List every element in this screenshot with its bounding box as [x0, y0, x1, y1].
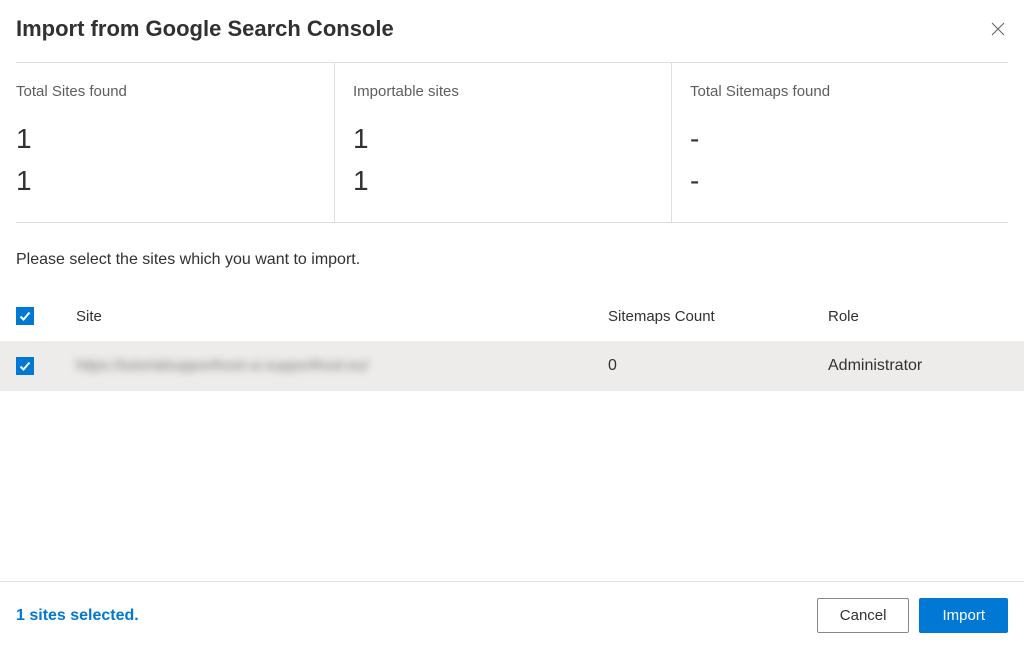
- stat-value: -: [690, 118, 990, 160]
- instruction-text: Please select the sites which you want t…: [0, 223, 1024, 291]
- stat-label: Total Sites found: [16, 83, 316, 100]
- stat-value: -: [690, 160, 990, 202]
- stat-total-sites: Total Sites found 1 1: [16, 63, 334, 222]
- stat-value: 1: [16, 118, 316, 160]
- import-button[interactable]: Import: [919, 598, 1008, 633]
- stat-value: 1: [16, 160, 316, 202]
- stat-importable-sites: Importable sites 1 1: [334, 63, 671, 222]
- stat-value: 1: [353, 160, 653, 202]
- role-value: Administrator: [828, 357, 1008, 375]
- table-header-row: Site Sitemaps Count Role: [0, 291, 1024, 341]
- stat-label: Importable sites: [353, 83, 653, 100]
- stat-value: 1: [353, 118, 653, 160]
- site-url: https://tutorialsupporthost-ui.supportho…: [76, 357, 369, 374]
- table-row[interactable]: https://tutorialsupporthost-ui.supportho…: [0, 341, 1024, 391]
- dialog-title: Import from Google Search Console: [16, 16, 394, 42]
- select-all-checkbox[interactable]: [16, 307, 34, 325]
- close-icon[interactable]: [988, 19, 1008, 39]
- stats-row: Total Sites found 1 1 Importable sites 1…: [16, 63, 1008, 223]
- sites-table: Site Sitemaps Count Role https://tutoria…: [0, 291, 1024, 391]
- cancel-button[interactable]: Cancel: [817, 598, 910, 633]
- column-header-role[interactable]: Role: [828, 308, 1008, 325]
- row-checkbox[interactable]: [16, 357, 34, 375]
- footer-bar: 1 sites selected. Cancel Import: [0, 581, 1024, 649]
- stat-label: Total Sitemaps found: [690, 83, 990, 100]
- column-header-sitemaps[interactable]: Sitemaps Count: [608, 308, 828, 325]
- column-header-site[interactable]: Site: [56, 308, 608, 325]
- selection-count: 1 sites selected.: [16, 607, 139, 625]
- sitemaps-count: 0: [608, 357, 828, 375]
- stat-total-sitemaps: Total Sitemaps found - -: [671, 63, 1008, 222]
